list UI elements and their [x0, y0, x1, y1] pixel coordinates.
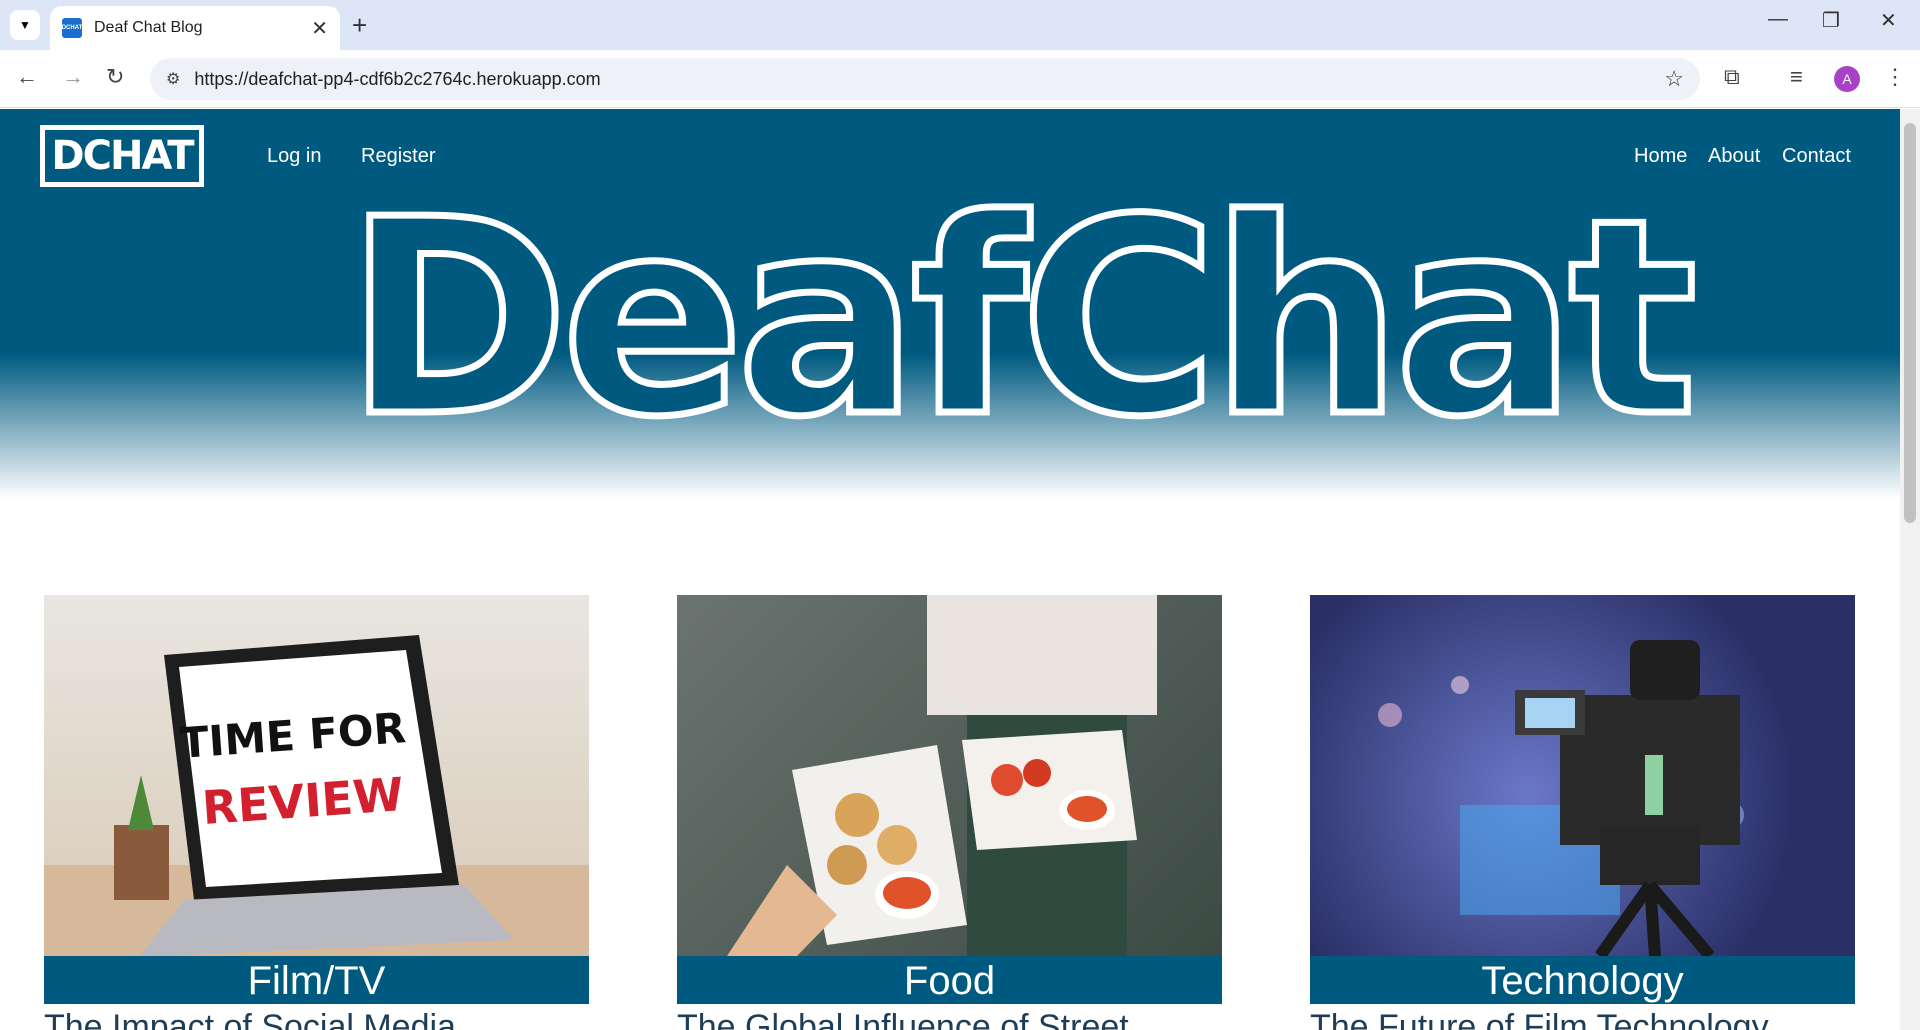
minimize-icon[interactable]: — — [1768, 8, 1788, 31]
back-icon[interactable]: ← — [16, 64, 38, 90]
card-headline[interactable]: The Future of Film Technology — [1310, 1008, 1855, 1030]
chevron-down-icon: ▼ — [19, 18, 31, 32]
card-headline[interactable]: The Global Influence of Street — [677, 1008, 1222, 1030]
site-info-icon[interactable]: ⚙ — [166, 69, 180, 89]
card-image-laptop: TIME FOR REVIEW — [44, 595, 589, 956]
menu-kebab-icon[interactable]: ⋮ — [1884, 64, 1906, 90]
media-control-icon[interactable]: ≡ — [1790, 64, 1803, 90]
close-window-icon[interactable]: ✕ — [1880, 8, 1897, 33]
card-image-camera — [1310, 595, 1855, 956]
hero-title: DeafChat — [342, 161, 1702, 476]
laptop-illustration: TIME FOR REVIEW — [44, 635, 589, 956]
card-category[interactable]: Food — [677, 956, 1222, 1004]
url-text[interactable]: https://deafchat-pp4-cdf6b2c2764c.heroku… — [194, 69, 600, 90]
site-logo[interactable]: DCHAT — [40, 125, 204, 187]
reload-icon[interactable]: ↻ — [106, 64, 124, 90]
new-tab-icon[interactable]: + — [352, 10, 367, 40]
card-image-food — [677, 595, 1222, 956]
page-scrollbar[interactable] — [1900, 109, 1920, 1030]
card-headline[interactable]: The Impact of Social Media — [44, 1008, 589, 1030]
street-food-illustration — [727, 595, 1157, 956]
post-card-technology[interactable]: Technology The Future of Film Technology — [1310, 595, 1855, 1030]
post-card-film[interactable]: TIME FOR REVIEW Film/TV The Impact of So… — [44, 595, 589, 1030]
bookmark-star-icon[interactable]: ☆ — [1664, 66, 1684, 92]
logo-text: DCHAT — [51, 133, 194, 179]
nav-contact-link[interactable]: Contact — [1782, 145, 1851, 168]
favicon-icon: DCHAT — [62, 18, 82, 38]
profile-avatar[interactable]: A — [1834, 66, 1860, 92]
browser-tab[interactable]: DCHAT Deaf Chat Blog ✕ — [50, 6, 340, 50]
restore-icon[interactable]: ❐ — [1822, 8, 1840, 33]
nav-about-link[interactable]: About — [1708, 145, 1760, 168]
extensions-icon[interactable]: ⧉ — [1724, 64, 1740, 90]
post-card-food[interactable]: Food The Global Influence of Street — [677, 595, 1222, 1030]
close-tab-icon[interactable]: ✕ — [311, 16, 328, 41]
forward-icon[interactable]: → — [62, 64, 84, 90]
browser-tab-strip: ▼ DCHAT Deaf Chat Blog ✕ + — ❐ ✕ — [0, 0, 1920, 50]
tab-title: Deaf Chat Blog — [94, 19, 203, 36]
hero-header: DCHAT Log in Register Home About Contact… — [0, 109, 1900, 529]
webpage: DCHAT Log in Register Home About Contact… — [0, 109, 1900, 1030]
omnibox[interactable]: ⚙ https://deafchat-pp4-cdf6b2c2764c.hero… — [150, 58, 1700, 100]
address-toolbar: ← → ↻ ⚙ https://deafchat-pp4-cdf6b2c2764… — [0, 50, 1920, 108]
tab-search-button[interactable]: ▼ — [10, 10, 40, 40]
card-category[interactable]: Film/TV — [44, 956, 589, 1004]
video-camera-illustration — [1378, 640, 1744, 956]
nav-login-link[interactable]: Log in — [267, 145, 322, 168]
scrollbar-thumb[interactable] — [1904, 123, 1916, 523]
card-category[interactable]: Technology — [1310, 956, 1855, 1004]
